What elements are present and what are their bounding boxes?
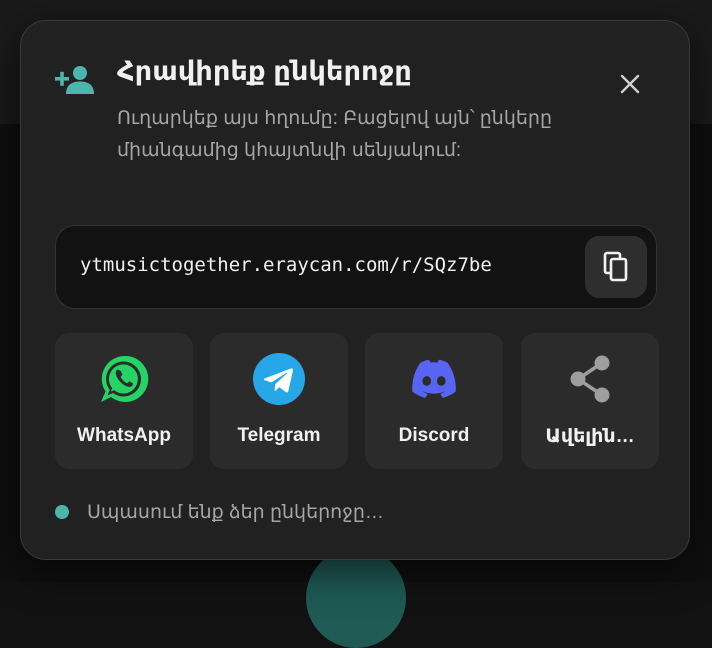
person-add-icon [55,65,95,95]
invite-dialog: Հրավիրեք ընկերոջը Ուղարկեք այս հղումը: Բ… [20,20,690,560]
waiting-status: Սպասում ենք ձեր ընկերոջը… [55,497,384,527]
share-telegram-button[interactable]: Telegram [210,333,348,469]
close-button[interactable] [613,67,647,101]
telegram-icon [251,351,307,407]
status-text: Սպասում ենք ձեր ընկերոջը… [87,501,384,524]
share-option-label: Telegram [214,425,344,447]
discord-icon [406,351,462,407]
share-option-label: WhatsApp [59,425,189,447]
share-whatsapp-button[interactable]: WhatsApp [55,333,193,469]
invite-link-text[interactable]: ytmusictogether.eraycan.com/r/SQz7be [80,254,492,276]
copy-icon [602,251,630,283]
share-option-label: Discord [369,425,499,447]
share-more-button[interactable]: Ավելին… [521,333,659,469]
invite-link-field: ytmusictogether.eraycan.com/r/SQz7be [55,225,657,309]
dialog-subtitle: Ուղարկեք այս հղումը: Բացելով այն՝ ընկերը… [117,103,557,167]
share-discord-button[interactable]: Discord [365,333,503,469]
status-dot [55,505,69,519]
copy-link-button[interactable] [585,236,647,298]
background-play-button [306,548,406,648]
whatsapp-icon [96,351,152,407]
share-option-label: Ավելին… [525,425,655,448]
share-icon [562,351,618,407]
close-icon [620,74,640,94]
dialog-title: Հրավիրեք ընկերոջը [117,56,412,87]
share-options: WhatsApp Telegram Discord [55,333,659,469]
